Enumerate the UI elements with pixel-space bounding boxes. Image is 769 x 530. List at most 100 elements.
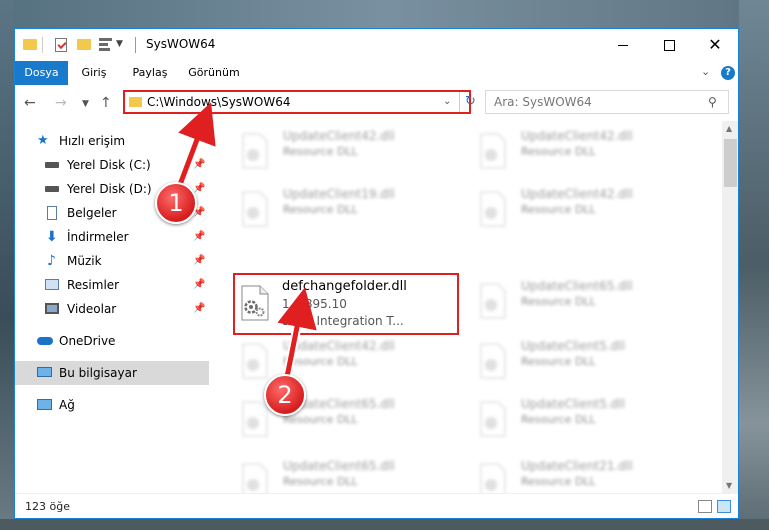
desktop-background-bottom — [0, 519, 769, 530]
vertical-scrollbar[interactable]: ▲ ▼ — [722, 121, 738, 493]
tab-file[interactable]: Dosya — [15, 61, 68, 85]
scroll-down-arrow-icon[interactable]: ▼ — [726, 481, 732, 490]
step-2-callout: 2 — [264, 374, 306, 416]
file-description: Resource DLL — [283, 355, 358, 368]
file-tile[interactable]: UpdateClient42.dll Resource DLL — [473, 125, 693, 175]
details-view-icon[interactable] — [698, 500, 712, 513]
sidebar-item-this-pc[interactable]: Bu bilgisayar — [15, 361, 209, 385]
file-name: UpdateClient19.dll — [283, 187, 395, 201]
close-button[interactable]: ✕ — [692, 29, 738, 61]
help-icon[interactable]: ? — [721, 66, 735, 80]
file-name: UpdateClient5.dll — [521, 339, 625, 353]
dll-file-icon — [239, 133, 271, 169]
file-tile[interactable]: UpdateClient5.dll Resource DLL — [473, 335, 693, 385]
sidebar-item-quick-access[interactable]: ★ Hızlı erişim — [15, 129, 209, 153]
dll-file-icon — [477, 133, 509, 169]
sidebar-item-network[interactable]: Ağ — [15, 393, 209, 417]
address-bar[interactable]: C:\Windows\SysWOW64 ⌄ ↻ — [123, 90, 476, 114]
file-name: UpdateClient42.dll — [521, 187, 633, 201]
file-tile[interactable]: UpdateClient42.dll Resource DLL — [235, 125, 455, 175]
up-arrow-icon[interactable]: ↑ — [100, 95, 112, 111]
back-arrow-icon[interactable]: ← — [24, 95, 36, 111]
pin-icon[interactable]: 📌 — [193, 249, 205, 273]
file-tile[interactable]: UpdateClient65.dll Resource DLL — [473, 275, 693, 325]
sidebar-item-pictures[interactable]: Resimler 📌 — [15, 273, 209, 297]
sidebar-item-onedrive[interactable]: OneDrive — [15, 329, 209, 353]
window-title: SysWOW64 — [146, 37, 216, 51]
file-explorer-window: ▼ SysWOW64 ✕ Dosya Giriş Paylaş Görünüm … — [14, 28, 739, 519]
file-tile[interactable]: UpdateClient42.dll Resource DLL — [235, 335, 455, 385]
file-description: Resource DLL — [521, 355, 596, 368]
file-name: UpdateClient65.dll — [283, 459, 395, 473]
file-name: UpdateClient42.dll — [521, 129, 633, 143]
dll-file-icon — [239, 191, 271, 227]
maximize-button[interactable] — [646, 29, 692, 61]
scroll-up-arrow-icon[interactable]: ▲ — [726, 124, 732, 133]
search-input[interactable]: Ara: SysWOW64 — [494, 95, 592, 109]
file-name: UpdateClient42.dll — [283, 339, 395, 353]
tab-view[interactable]: Görünüm — [185, 61, 243, 85]
pin-icon[interactable]: 📌 — [193, 153, 205, 177]
file-description: Resource DLL — [521, 475, 596, 488]
file-name: defchangefolder.dll — [282, 279, 407, 294]
customize-toolbar-chevron-icon[interactable]: ▼ — [116, 39, 123, 49]
file-name: UpdateClient5.dll — [521, 397, 625, 411]
tiles-view-icon[interactable] — [717, 500, 731, 513]
new-folder-icon[interactable] — [77, 39, 91, 50]
tab-share[interactable]: Paylaş — [128, 61, 172, 85]
search-box[interactable]: Ara: SysWOW64 ⚲ — [485, 90, 729, 114]
dll-file-icon — [477, 191, 509, 227]
title-separator — [135, 37, 136, 53]
file-tile[interactable]: UpdateClient19.dll Resource DLL — [235, 183, 455, 233]
navigation-bar: ← → ▼ ↑ C:\Windows\SysWOW64 ⌄ ↻ Ara: Sys… — [15, 85, 738, 121]
item-count: 123 öğe — [25, 500, 70, 513]
file-version: 1.0.895.10 — [282, 297, 347, 311]
refresh-icon[interactable]: ↻ — [465, 94, 476, 109]
desktop-background-left — [0, 0, 14, 530]
pin-icon[interactable]: 📌 — [193, 273, 205, 297]
highlighted-file-tile[interactable]: defchangefolder.dll 1.0.895.10 Suite Int… — [233, 273, 459, 335]
search-icon[interactable]: ⚲ — [708, 95, 717, 109]
tab-home[interactable]: Giriş — [78, 61, 110, 85]
close-icon: ✕ — [708, 35, 722, 54]
address-history-chevron-icon[interactable]: ⌄ — [443, 96, 451, 107]
minimize-button[interactable] — [600, 29, 646, 61]
forward-arrow-icon[interactable]: → — [55, 95, 67, 111]
file-description: Resource DLL — [521, 203, 596, 216]
title-bar: ▼ SysWOW64 ✕ — [15, 29, 738, 61]
minimize-icon — [618, 44, 628, 46]
view-options-icon[interactable] — [99, 38, 112, 51]
sidebar-item-local-disk-c[interactable]: Yerel Disk (C:) 📌 — [15, 153, 209, 177]
network-icon — [37, 399, 52, 410]
folder-icon — [23, 39, 37, 50]
dll-file-icon — [239, 343, 271, 379]
music-icon: ♪ — [47, 253, 56, 269]
properties-icon[interactable] — [55, 38, 67, 52]
file-name: UpdateClient21.dll — [521, 459, 633, 473]
file-tile[interactable]: UpdateClient42.dll Resource DLL — [473, 183, 693, 233]
file-tile[interactable]: UpdateClient5.dll Resource DLL — [473, 393, 693, 443]
dll-file-icon — [477, 401, 509, 437]
pin-icon[interactable]: 📌 — [193, 225, 205, 249]
videos-icon — [45, 303, 59, 314]
dll-file-icon — [477, 283, 509, 319]
scrollbar-thumb[interactable] — [724, 139, 737, 187]
computer-icon — [37, 367, 52, 377]
cloud-icon — [37, 337, 53, 345]
file-description: Resource DLL — [283, 145, 358, 158]
sidebar-item-music[interactable]: ♪ Müzik 📌 — [15, 249, 209, 273]
navigation-pane: ★ Hızlı erişim Yerel Disk (C:) 📌 Yerel D… — [15, 121, 209, 493]
recent-locations-chevron-icon[interactable]: ▼ — [82, 99, 89, 109]
sidebar-item-videos[interactable]: Videolar 📌 — [15, 297, 209, 321]
quick-access-separator — [42, 37, 43, 53]
sidebar-item-downloads[interactable]: ⬇ İndirmeler 📌 — [15, 225, 209, 249]
pin-icon[interactable]: 📌 — [193, 297, 205, 321]
desktop-background-right — [739, 0, 769, 530]
documents-icon — [47, 206, 57, 220]
file-list: UpdateClient42.dll Resource DLL UpdateCl… — [209, 121, 722, 499]
file-name: UpdateClient65.dll — [521, 279, 633, 293]
expand-ribbon-chevron-icon[interactable]: ⌄ — [701, 65, 710, 78]
maximize-icon — [663, 39, 675, 51]
address-path[interactable]: C:\Windows\SysWOW64 — [147, 95, 291, 109]
drive-icon — [45, 186, 59, 192]
